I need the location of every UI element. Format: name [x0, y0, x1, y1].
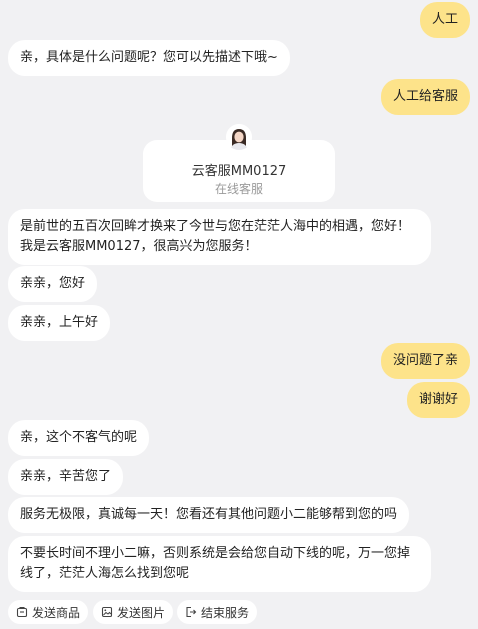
send-image-button[interactable]: 发送图片	[93, 600, 174, 624]
message-text: 服务无极限，真诚每一天！您看还有其他问题小二能够帮到您的吗	[20, 507, 398, 522]
message-text: 人工给客服	[392, 89, 458, 104]
message-bubble-outgoing: 没问题了亲	[380, 343, 470, 379]
image-icon	[101, 606, 113, 618]
message-text: 亲，这个不客气的呢	[20, 430, 138, 445]
message-bubble-incoming: 亲，这个不客气的呢	[8, 420, 150, 456]
message-text: 是前世的五百次回眸才换来了今世与您在茫茫人海中的相遇，您好！我是云客服MM012…	[20, 219, 411, 254]
message-text: 亲，具体是什么问题呢？您可以先描述下哦~	[20, 50, 278, 65]
message-bubble-incoming: 亲亲，上午好	[8, 305, 111, 341]
message-text: 不要长时间不理小二嘛，否则系统是会给您自动下线的呢，万一您掉线了，茫茫人海怎么找…	[20, 546, 411, 581]
message-text: 亲亲，您好	[20, 276, 86, 291]
message-bubble-incoming: 亲亲，您好	[8, 266, 98, 302]
send-product-button[interactable]: 发送商品	[8, 600, 89, 624]
product-icon	[16, 606, 28, 618]
message-bubble-outgoing: 谢谢好	[406, 382, 470, 418]
message-text: 没问题了亲	[392, 353, 458, 368]
send-product-label: 发送商品	[32, 605, 81, 620]
chat-area: 人工 亲，具体是什么问题呢？您可以先描述下哦~ 人工给客服 云客服MM0127 …	[0, 0, 478, 596]
message-bubble-incoming: 不要长时间不理小二嘛，否则系统是会给您自动下线的呢，万一您掉线了，茫茫人海怎么找…	[8, 536, 431, 592]
message-text: 亲亲，辛苦您了	[20, 469, 112, 484]
message-bubble-incoming: 亲，具体是什么问题呢？您可以先描述下哦~	[8, 40, 290, 76]
agent-avatar	[226, 124, 252, 150]
message-bubble-incoming: 是前世的五百次回眸才换来了今世与您在茫茫人海中的相遇，您好！我是云客服MM012…	[8, 209, 431, 265]
message-bubble-incoming: 亲亲，辛苦您了	[8, 459, 124, 495]
send-image-label: 发送图片	[117, 605, 166, 620]
message-bubble-incoming: 服务无极限，真诚每一天！您看还有其他问题小二能够帮到您的吗	[8, 497, 410, 533]
exit-icon	[185, 606, 197, 618]
end-service-button[interactable]: 结束服务	[177, 600, 258, 624]
message-bubble-outgoing: 人工给客服	[380, 79, 470, 115]
message-text: 人工	[431, 12, 458, 27]
message-text: 谢谢好	[418, 392, 458, 407]
quick-action-bar: 发送商品 发送图片 结束服务	[0, 596, 478, 629]
end-service-label: 结束服务	[201, 605, 250, 620]
message-text: 亲亲，上午好	[20, 315, 99, 330]
agent-status: 在线客服	[214, 182, 263, 196]
message-bubble-outgoing: 人工	[419, 2, 470, 38]
agent-name: 云客服MM0127	[191, 164, 287, 179]
